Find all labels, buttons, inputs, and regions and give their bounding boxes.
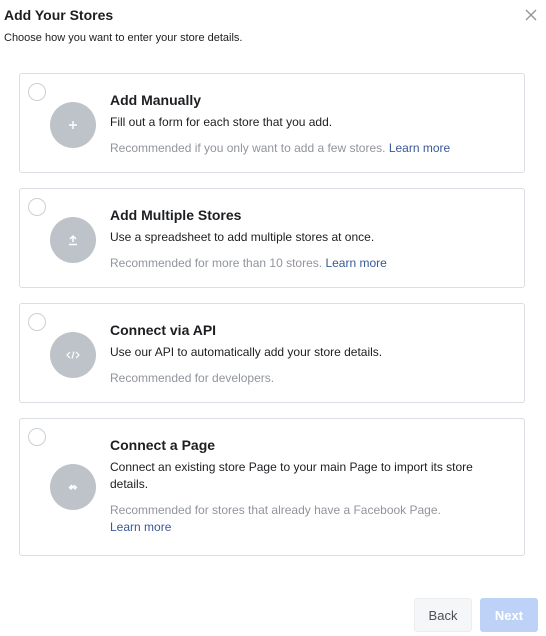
radio-add-manually[interactable] [28, 83, 46, 101]
radio-connect-a-page[interactable] [28, 428, 46, 446]
upload-icon [50, 217, 96, 263]
option-connect-via-api[interactable]: Connect via API Use our API to automatic… [19, 303, 525, 403]
next-button[interactable]: Next [480, 598, 538, 632]
option-recommendation: Recommended if you only want to add a fe… [110, 140, 510, 157]
option-recommendation: Recommended for stores that already have… [110, 502, 510, 536]
close-button[interactable] [522, 6, 540, 24]
option-title: Add Multiple Stores [110, 207, 242, 223]
option-title: Add Manually [110, 92, 202, 108]
option-add-manually[interactable]: Add Manually Fill out a form for each st… [19, 73, 525, 173]
option-recommendation-text: Recommended for developers. [110, 371, 275, 385]
radio-connect-via-api[interactable] [28, 313, 46, 331]
options-list: Add Manually Fill out a form for each st… [19, 73, 525, 571]
dialog-subtitle: Choose how you want to enter your store … [4, 32, 243, 44]
learn-more-link[interactable]: Learn more [325, 256, 386, 270]
option-recommendation: Recommended for developers. [110, 370, 510, 387]
connect-icon [50, 464, 96, 510]
code-icon [50, 332, 96, 378]
dialog-title: Add Your Stores [4, 7, 114, 23]
option-title: Connect via API [110, 322, 217, 338]
option-recommendation-text: Recommended for more than 10 stores. [110, 256, 323, 270]
dialog-footer: Back Next [414, 598, 538, 632]
option-add-multiple-stores[interactable]: Add Multiple Stores Use a spreadsheet to… [19, 188, 525, 288]
option-description: Use a spreadsheet to add multiple stores… [110, 230, 375, 244]
option-recommendation: Recommended for more than 10 stores. Lea… [110, 255, 510, 272]
close-icon [525, 9, 537, 21]
radio-add-multiple-stores[interactable] [28, 198, 46, 216]
learn-more-link[interactable]: Learn more [389, 141, 450, 155]
option-recommendation-text: Recommended for stores that already have… [110, 503, 441, 517]
back-button[interactable]: Back [414, 598, 472, 632]
add-stores-dialog: Add Your Stores Choose how you want to e… [0, 0, 546, 636]
option-description: Connect an existing store Page to your m… [110, 460, 473, 491]
learn-more-link[interactable]: Learn more [110, 520, 171, 534]
option-description: Fill out a form for each store that you … [110, 115, 333, 129]
option-connect-a-page[interactable]: Connect a Page Connect an existing store… [19, 418, 525, 556]
option-recommendation-text: Recommended if you only want to add a fe… [110, 141, 386, 155]
plus-icon [50, 102, 96, 148]
option-title: Connect a Page [110, 437, 216, 453]
option-description: Use our API to automatically add your st… [110, 345, 383, 359]
